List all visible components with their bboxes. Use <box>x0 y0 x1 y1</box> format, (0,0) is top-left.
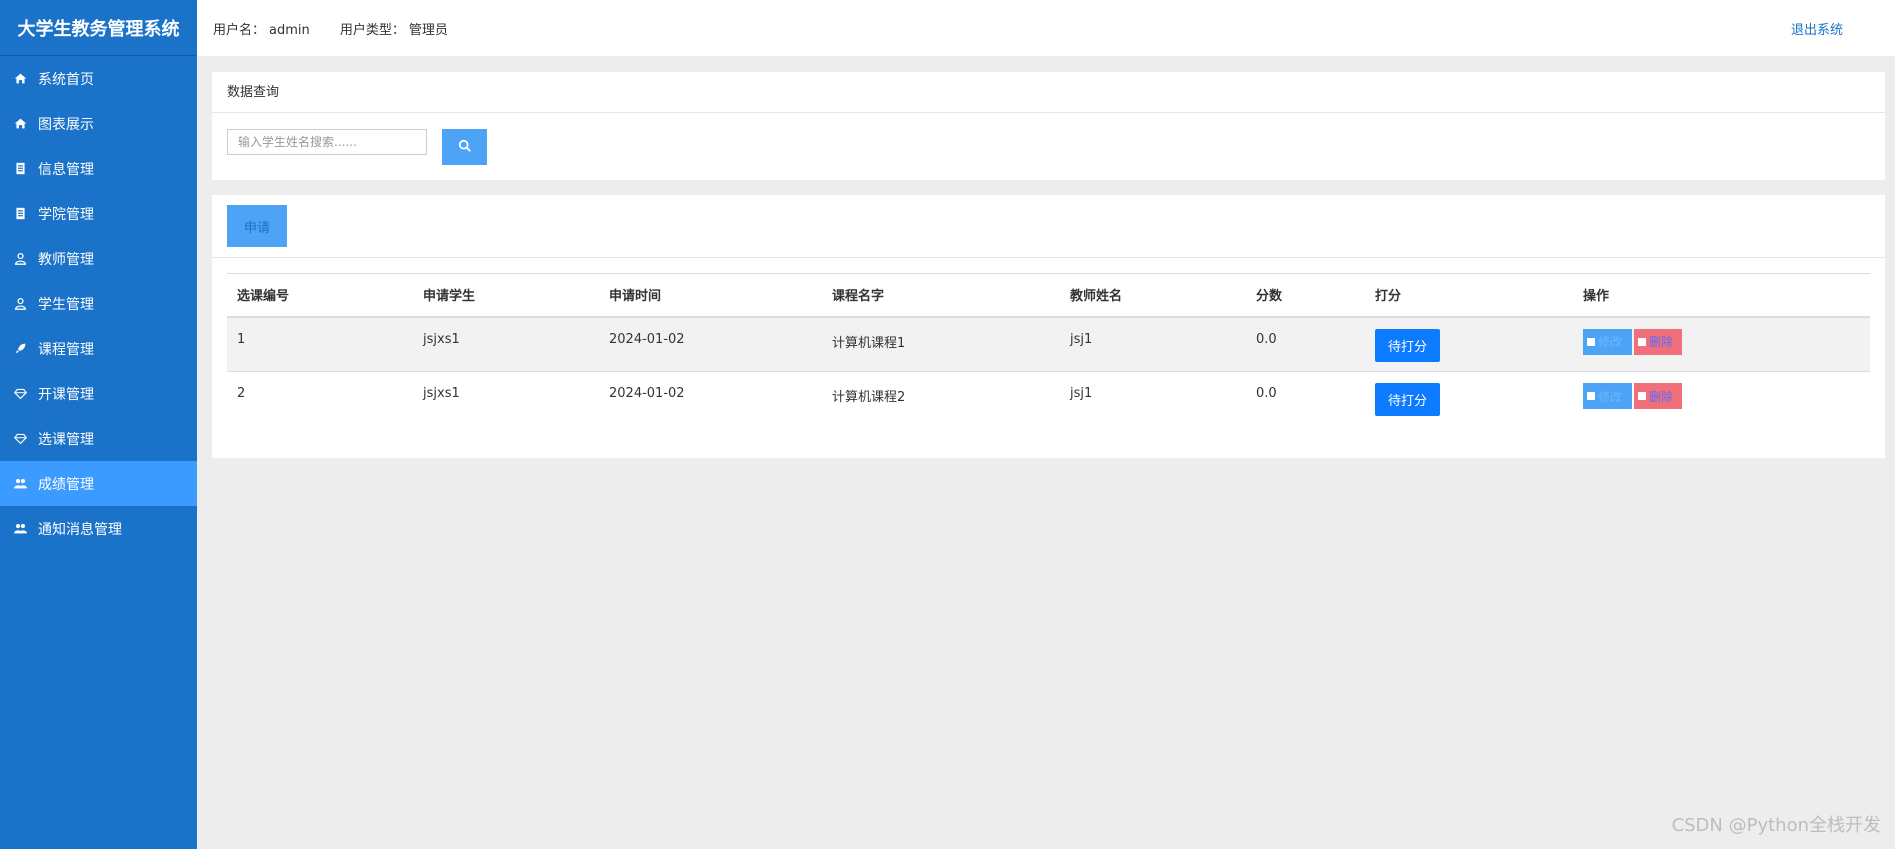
user-info: 用户名： admin 用户类型： 管理员 <box>213 19 474 38</box>
search-panel-title: 数据查询 <box>212 72 1885 113</box>
sidebar-item-student[interactable]: 学生管理 <box>0 281 197 326</box>
sidebar-item-course[interactable]: 课程管理 <box>0 326 197 371</box>
edit-label: 修改 <box>1598 389 1623 404</box>
sidebar-item-label: 开课管理 <box>38 386 94 403</box>
edit-label: 修改 <box>1598 335 1623 349</box>
delete-button[interactable]: 删除 <box>1634 383 1682 409</box>
sidebar-item-label: 学生管理 <box>38 296 94 313</box>
sidebar-item-label: 信息管理 <box>38 161 94 178</box>
usertype-value: 管理员 <box>408 22 448 38</box>
username-value: admin <box>269 22 310 38</box>
column-header: 选课编号 <box>237 289 290 305</box>
column-header: 操作 <box>1583 289 1610 305</box>
sidebar-item-info[interactable]: 信息管理 <box>0 146 197 191</box>
table-row: 2 jsjxs1 2024-01-02 计算机课程2 jsj1 0.0 待打分 … <box>227 372 1870 427</box>
sidebar-item-home[interactable]: 系统首页 <box>0 56 197 101</box>
cell-date: 2024-01-02 <box>609 386 685 401</box>
document-icon <box>12 206 28 222</box>
cell-score: 0.0 <box>1256 386 1277 401</box>
cell-id: 1 <box>237 331 246 347</box>
top-header: 用户名： admin 用户类型： 管理员 退出系统 <box>197 0 1895 56</box>
column-header: 课程名字 <box>832 289 885 305</box>
table-header-row: 选课编号 申请学生 申请时间 课程名字 教师姓名 分数 打分 操作 <box>227 273 1870 317</box>
sidebar-item-label: 成绩管理 <box>38 476 94 493</box>
cell-teacher: jsj1 <box>1070 386 1093 401</box>
cell-grade: 待打分 <box>1365 372 1573 427</box>
sidebar-item-label: 教师管理 <box>38 251 94 268</box>
delete-button[interactable]: 删除 <box>1634 328 1682 355</box>
cell-student: jsjxs1 <box>423 331 460 347</box>
edit-icon <box>1587 337 1595 346</box>
sidebar-item-label: 选课管理 <box>38 431 94 448</box>
trash-icon <box>1638 392 1646 400</box>
usertype-label: 用户类型： <box>339 22 405 38</box>
diamond-icon <box>12 431 28 447</box>
document-icon <box>12 161 28 177</box>
sidebar-item-open-course[interactable]: 开课管理 <box>0 371 197 416</box>
column-header: 打分 <box>1375 289 1402 305</box>
edit-button[interactable]: 修改 <box>1583 383 1632 409</box>
edit-button[interactable]: 修改 <box>1583 328 1632 355</box>
cell-course: 计算机课程1 <box>832 335 906 351</box>
users-icon <box>12 521 28 537</box>
sidebar-item-teacher[interactable]: 教师管理 <box>0 236 197 281</box>
sidebar-item-label: 系统首页 <box>38 71 94 88</box>
cell-score: 0.0 <box>1256 331 1277 347</box>
delete-label: 删除 <box>1649 389 1674 404</box>
table-row: 1 jsjxs1 2024-01-02 计算机课程1 jsj1 0.0 待打分 … <box>227 316 1870 372</box>
cell-grade: 待打分 <box>1365 317 1573 372</box>
cell-actions: 修改 删除 <box>1573 372 1870 427</box>
rocket-icon <box>12 341 28 357</box>
cell-student: jsjxs1 <box>423 386 460 401</box>
column-header: 分数 <box>1256 289 1283 305</box>
logout-link[interactable]: 退出系统 <box>1791 19 1843 38</box>
search-icon <box>458 139 472 156</box>
column-header: 教师姓名 <box>1070 289 1123 305</box>
sidebar-item-notice[interactable]: 通知消息管理 <box>0 506 197 551</box>
sidebar-item-label: 课程管理 <box>38 341 94 358</box>
cell-date: 2024-01-02 <box>609 331 685 347</box>
sidebar: 大学生教务管理系统 系统首页 图表展示 信息管理 学院管理 教师管理 学生管理 … <box>0 0 197 849</box>
sidebar-item-grades[interactable]: 成绩管理 <box>0 461 197 506</box>
column-header: 申请学生 <box>423 289 476 305</box>
diamond-icon <box>12 386 28 402</box>
column-header: 申请时间 <box>609 289 662 305</box>
cell-actions: 修改 删除 <box>1573 317 1870 372</box>
delete-label: 删除 <box>1649 335 1674 349</box>
sidebar-item-charts[interactable]: 图表展示 <box>0 101 197 146</box>
trash-icon <box>1638 337 1646 346</box>
sidebar-item-label: 图表展示 <box>38 116 94 133</box>
apply-button[interactable]: 申请 <box>227 205 287 247</box>
home-icon <box>12 71 28 87</box>
table-panel: 申请 选课编号 申请学生 申请时间 课程名字 教师姓名 分数 打分 操作 1 j… <box>212 195 1885 458</box>
users-icon <box>12 476 28 492</box>
cell-id: 2 <box>237 386 246 401</box>
grade-button[interactable]: 待打分 <box>1375 383 1440 416</box>
grade-button[interactable]: 待打分 <box>1375 328 1440 362</box>
search-button[interactable] <box>442 129 487 165</box>
watermark: CSDN @Python全栈开发 <box>1671 815 1881 836</box>
sidebar-item-label: 通知消息管理 <box>38 521 122 538</box>
sidebar-item-label: 学院管理 <box>38 206 94 223</box>
app-title: 大学生教务管理系统 <box>0 0 197 56</box>
user-icon <box>12 296 28 312</box>
cell-course: 计算机课程2 <box>832 390 906 405</box>
search-input[interactable] <box>227 129 427 155</box>
search-panel: 数据查询 <box>212 72 1885 180</box>
user-icon <box>12 251 28 267</box>
edit-icon <box>1587 392 1595 400</box>
divider <box>212 257 1885 258</box>
username-label: 用户名： <box>213 22 266 38</box>
cell-teacher: jsj1 <box>1070 331 1093 347</box>
sidebar-item-select-course[interactable]: 选课管理 <box>0 416 197 461</box>
home-icon <box>12 116 28 132</box>
sidebar-item-college[interactable]: 学院管理 <box>0 191 197 236</box>
grades-table: 选课编号 申请学生 申请时间 课程名字 教师姓名 分数 打分 操作 1 jsjx… <box>227 273 1870 427</box>
